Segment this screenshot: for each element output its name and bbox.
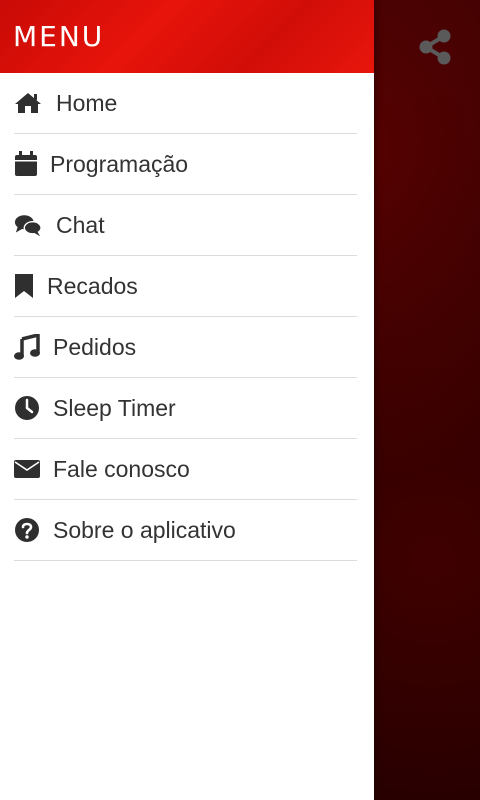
menu-item-sobre[interactable]: Sobre o aplicativo <box>14 500 357 561</box>
envelope-icon <box>14 455 42 483</box>
chat-icon <box>14 211 42 239</box>
menu-item-fale-conosco[interactable]: Fale conosco <box>14 439 357 500</box>
music-note-icon <box>14 333 42 361</box>
menu-item-label: Pedidos <box>53 333 137 360</box>
drawer-header: MENU <box>0 0 374 73</box>
home-icon <box>14 89 42 117</box>
menu-item-chat[interactable]: Chat <box>14 195 357 256</box>
menu-item-label: Home <box>56 89 118 116</box>
menu-item-label: Recados <box>47 272 138 299</box>
calendar-icon <box>14 150 42 178</box>
menu-item-label: Sobre o aplicativo <box>53 516 236 543</box>
menu-item-sleep-timer[interactable]: Sleep Timer <box>14 378 357 439</box>
bookmark-icon <box>14 272 36 300</box>
question-circle-icon <box>14 516 42 544</box>
share-button[interactable] <box>414 26 456 68</box>
menu-item-label: Sleep Timer <box>53 394 176 421</box>
menu-item-label: Programação <box>50 150 189 177</box>
share-icon <box>417 28 453 66</box>
menu-item-home[interactable]: Home <box>14 73 357 134</box>
menu-item-pedidos[interactable]: Pedidos <box>14 317 357 378</box>
menu-list: Home Programação Chat Recados Pedidos Sl… <box>0 73 374 561</box>
drawer-title: MENU <box>13 20 105 53</box>
menu-item-recados[interactable]: Recados <box>14 256 357 317</box>
navigation-drawer: MENU Home Programação Chat Recados Pedid… <box>0 0 374 800</box>
menu-item-label: Fale conosco <box>53 455 190 482</box>
menu-item-programacao[interactable]: Programação <box>14 134 357 195</box>
clock-icon <box>14 394 42 422</box>
menu-item-label: Chat <box>56 211 105 238</box>
